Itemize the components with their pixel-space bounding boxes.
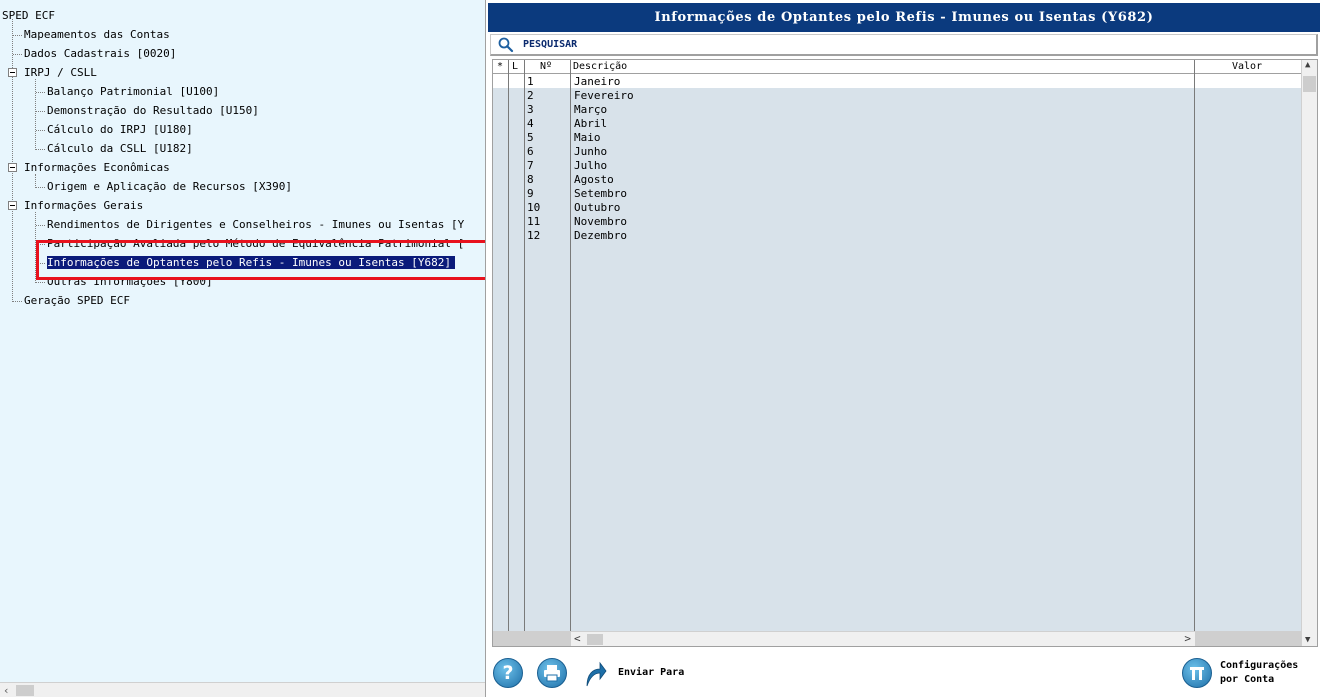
- tree-line: [36, 130, 45, 131]
- highlight-box: [36, 240, 485, 280]
- share-arrow-icon[interactable]: [583, 658, 607, 688]
- scroll-left-icon[interactable]: ‹: [3, 684, 10, 697]
- settings-icon: [1190, 667, 1204, 680]
- column-divider: [508, 60, 509, 646]
- config-button[interactable]: [1182, 658, 1212, 688]
- scroll-thumb[interactable]: [587, 634, 603, 645]
- tree-item-calculo-irpj[interactable]: Cálculo do IRPJ [U180]: [47, 123, 193, 136]
- tree-line: [36, 187, 45, 188]
- tree-item-dados-cadastrais[interactable]: Dados Cadastrais [0020]: [24, 47, 176, 60]
- tree-item-info-economicas[interactable]: Informações Econômicas: [24, 161, 170, 174]
- search-icon[interactable]: [497, 37, 515, 53]
- panel-title: Informações de Optantes pelo Refis - Imu…: [488, 3, 1320, 32]
- row-descricao[interactable]: Fevereiro: [574, 89, 634, 103]
- tree-line: [36, 92, 45, 93]
- tree-item-irpj-csll[interactable]: IRPJ / CSLL: [24, 66, 97, 79]
- tree-item-demonstracao[interactable]: Demonstração do Resultado [U150]: [47, 104, 259, 117]
- detail-panel: Informações de Optantes pelo Refis - Imu…: [487, 0, 1324, 697]
- valor-footer: [1195, 631, 1301, 646]
- row-descricao[interactable]: Abril: [574, 117, 607, 131]
- tree-line: [12, 19, 13, 302]
- row-descricao[interactable]: Maio: [574, 131, 601, 145]
- tree-line: [13, 35, 22, 36]
- tree-item-geracao[interactable]: Geração SPED ECF: [24, 294, 130, 307]
- tree-line: [13, 54, 22, 55]
- question-mark-icon: ?: [502, 662, 514, 684]
- tree-item-mapeamentos[interactable]: Mapeamentos das Contas: [24, 28, 170, 41]
- row-descricao[interactable]: Março: [574, 103, 607, 117]
- scroll-thumb[interactable]: [16, 685, 34, 696]
- tree-item-calculo-csll[interactable]: Cálculo da CSLL [U182]: [47, 142, 193, 155]
- tree-line: [36, 111, 45, 112]
- row-descricao[interactable]: Setembro: [574, 187, 627, 201]
- header-l[interactable]: L: [512, 60, 518, 74]
- config-label-line2[interactable]: por Conta: [1220, 673, 1274, 687]
- row-numero[interactable]: 9: [527, 187, 534, 201]
- row-descricao[interactable]: Agosto: [574, 173, 614, 187]
- scroll-up-icon[interactable]: ▲: [1305, 60, 1310, 70]
- header-numero[interactable]: Nº: [540, 60, 552, 74]
- row-numero[interactable]: 3: [527, 103, 534, 117]
- header-valor[interactable]: Valor: [1232, 60, 1262, 74]
- column-divider: [1194, 60, 1195, 646]
- row-numero[interactable]: 2: [527, 89, 534, 103]
- collapse-icon[interactable]: [8, 163, 17, 172]
- collapse-icon[interactable]: [8, 201, 17, 210]
- row-numero[interactable]: 1: [527, 75, 534, 89]
- help-button[interactable]: ?: [493, 658, 523, 688]
- row-descricao[interactable]: Novembro: [574, 215, 627, 229]
- column-divider: [524, 60, 525, 646]
- search-label[interactable]: PESQUISAR: [523, 39, 577, 50]
- tree-line: [13, 301, 22, 302]
- column-divider: [570, 60, 571, 646]
- row-descricao[interactable]: Dezembro: [574, 229, 627, 243]
- collapse-icon[interactable]: [8, 68, 17, 77]
- tree-item-origem-aplicacao[interactable]: Origem e Aplicação de Recursos [X390]: [47, 180, 292, 193]
- config-label-line1[interactable]: Configurações: [1220, 659, 1298, 673]
- tree-item-info-gerais[interactable]: Informações Gerais: [24, 199, 143, 212]
- row-descricao[interactable]: Janeiro: [574, 75, 620, 89]
- header-star[interactable]: *: [497, 60, 503, 74]
- scroll-right-icon[interactable]: >: [1184, 632, 1191, 645]
- print-button[interactable]: [537, 658, 567, 688]
- frozen-footer: [493, 631, 571, 646]
- row-numero[interactable]: 7: [527, 159, 534, 173]
- row-numero[interactable]: 12: [527, 229, 540, 243]
- scroll-thumb[interactable]: [1303, 76, 1316, 92]
- tree-line: [36, 282, 45, 283]
- printer-icon: [544, 665, 560, 682]
- grid-vertical-scrollbar[interactable]: ▲ ▼: [1301, 60, 1317, 646]
- data-grid[interactable]: * L Nº Descrição Valor 1 Janeiro 2 Fever…: [492, 59, 1318, 647]
- row-numero[interactable]: 5: [527, 131, 534, 145]
- scroll-left-icon[interactable]: <: [574, 632, 581, 645]
- send-to-button[interactable]: Enviar Para: [618, 666, 684, 680]
- tree-line: [35, 79, 36, 150]
- scroll-down-icon[interactable]: ▼: [1305, 635, 1310, 645]
- search-bar[interactable]: PESQUISAR: [490, 34, 1318, 56]
- horizontal-scrollbar[interactable]: ‹: [0, 682, 485, 697]
- bottom-toolbar: ? Enviar Para Configurações por Conta: [487, 650, 1324, 697]
- tree-root[interactable]: SPED ECF: [2, 9, 55, 22]
- row-numero[interactable]: 8: [527, 173, 534, 187]
- row-numero[interactable]: 10: [527, 201, 540, 215]
- tree-line: [36, 149, 45, 150]
- tree-item-balanco[interactable]: Balanço Patrimonial [U100]: [47, 85, 219, 98]
- row-descricao[interactable]: Junho: [574, 145, 607, 159]
- grid-horizontal-scrollbar[interactable]: < >: [571, 631, 1195, 646]
- header-descricao[interactable]: Descrição: [573, 60, 627, 74]
- tree-line: [35, 174, 36, 188]
- tree-item-rendimentos[interactable]: Rendimentos de Dirigentes e Conselheiros…: [47, 218, 464, 231]
- tree-line: [36, 225, 45, 226]
- row-numero[interactable]: 11: [527, 215, 540, 229]
- tree-panel: SPED ECF Mapeamentos das Contas Dados Ca…: [0, 0, 486, 697]
- row-descricao[interactable]: Outubro: [574, 201, 620, 215]
- row-descricao[interactable]: Julho: [574, 159, 607, 173]
- row-numero[interactable]: 6: [527, 145, 534, 159]
- row-numero[interactable]: 4: [527, 117, 534, 131]
